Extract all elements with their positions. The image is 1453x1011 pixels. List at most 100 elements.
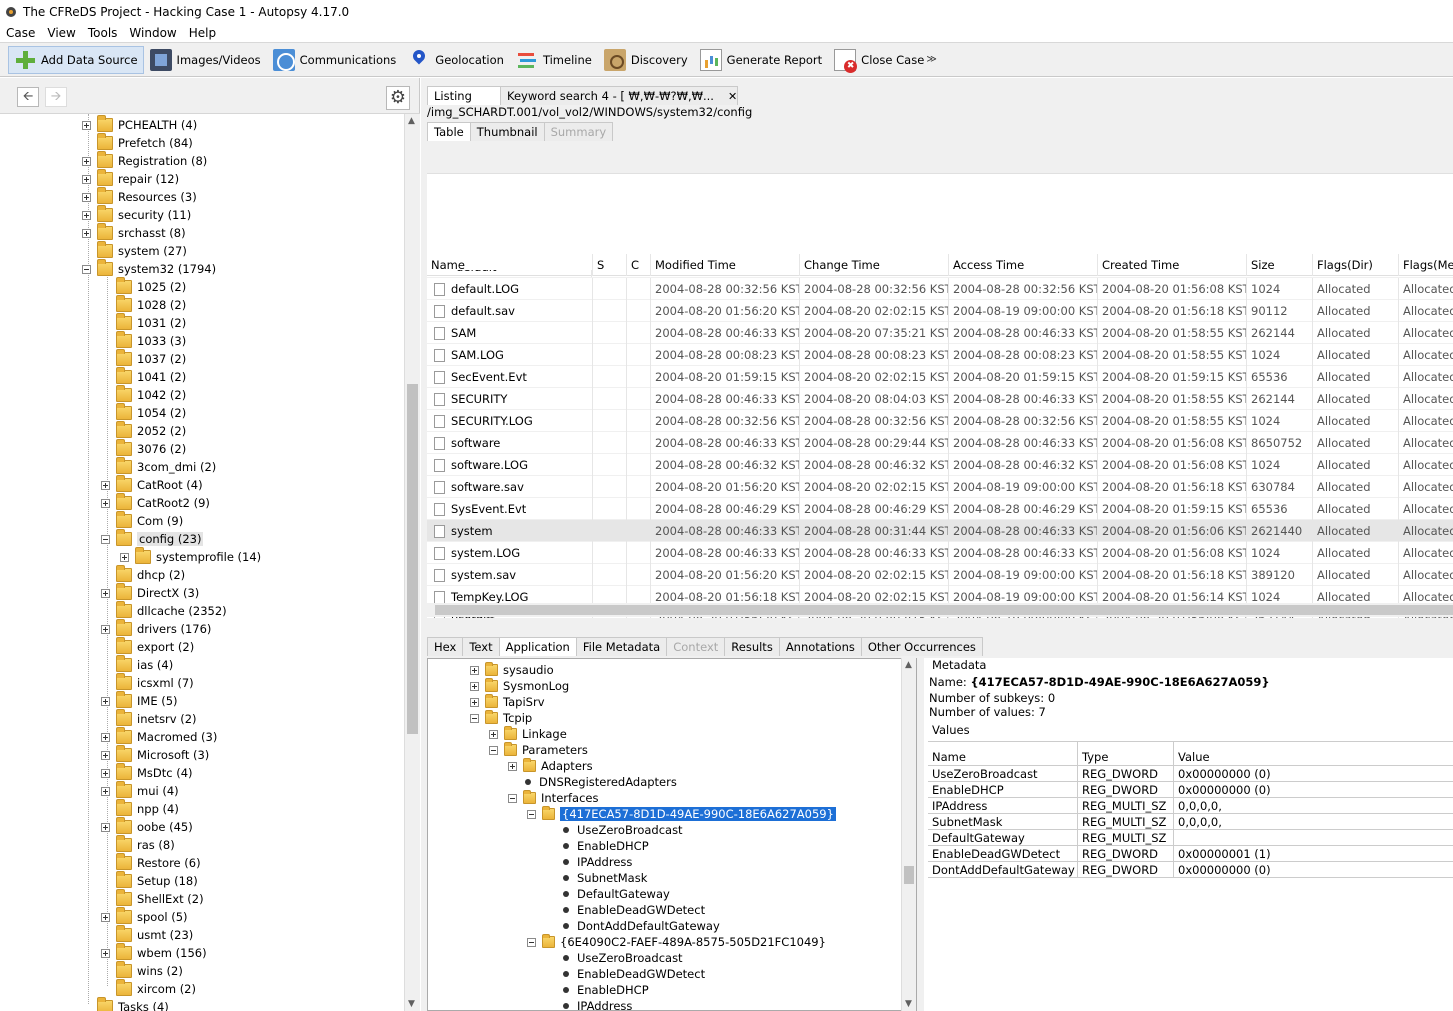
tab-text[interactable]: Text bbox=[462, 637, 500, 656]
expand-icon[interactable] bbox=[101, 768, 110, 778]
collapse-icon[interactable] bbox=[101, 534, 110, 544]
values-row[interactable]: UseZeroBroadcast REG_DWORD 0x00000000 (0) bbox=[928, 766, 1453, 782]
tab-results[interactable]: Results bbox=[724, 637, 780, 656]
menu-tools[interactable]: Tools bbox=[82, 26, 124, 40]
table-row[interactable]: default.sav 2004-08-20 01:56:20 KST 2004-0… bbox=[427, 300, 1453, 322]
registry-value[interactable]: SubnetMask bbox=[546, 870, 647, 886]
tree-node[interactable]: Resources (3) bbox=[82, 187, 197, 206]
tree-node[interactable]: Tasks (4) bbox=[82, 997, 169, 1011]
tree-node[interactable]: config (23) bbox=[101, 529, 204, 548]
add-data-source-button[interactable]: Add Data Source bbox=[8, 45, 144, 74]
expand-icon[interactable] bbox=[101, 480, 110, 490]
collapse-icon[interactable] bbox=[489, 745, 498, 755]
tree-scroll-thumb[interactable] bbox=[407, 384, 418, 734]
table-row[interactable]: SecEvent.Evt 2004-08-20 01:59:15 KST 2004-… bbox=[427, 366, 1453, 388]
registry-value[interactable]: IPAddress bbox=[546, 998, 632, 1010]
tree-node[interactable]: ras (8) bbox=[101, 835, 175, 854]
values-row[interactable]: SubnetMask REG_MULTI_SZ 0,0,0,0, bbox=[928, 814, 1453, 830]
expand-icon[interactable] bbox=[470, 681, 479, 691]
registry-key[interactable]: {6E4090C2-FAEF-489A-8575-505D21FC1049} bbox=[527, 934, 826, 950]
values-row[interactable]: DontAddDefaultGateway REG_DWORD 0x00000000… bbox=[928, 862, 1453, 878]
expand-icon[interactable] bbox=[101, 912, 110, 922]
expand-icon[interactable] bbox=[82, 228, 91, 238]
registry-value[interactable]: EnableDeadGWDetect bbox=[546, 966, 705, 982]
tab-other-occurrences[interactable]: Other Occurrences bbox=[860, 637, 983, 656]
expand-icon[interactable] bbox=[101, 948, 110, 958]
tree-node[interactable]: drivers (176) bbox=[101, 619, 211, 638]
forward-arrow-icon[interactable]: 🡪 bbox=[45, 87, 67, 107]
tree-node[interactable]: system32 (1794) bbox=[82, 259, 216, 278]
tree-node[interactable]: ShellExt (2) bbox=[101, 889, 204, 908]
registry-value[interactable]: EnableDeadGWDetect bbox=[546, 902, 705, 918]
table-row-partial[interactable]: default bbox=[427, 270, 1453, 278]
expand-icon[interactable] bbox=[101, 498, 110, 508]
values-row[interactable]: EnableDeadGWDetect REG_DWORD 0x00000001 (1… bbox=[928, 846, 1453, 862]
menu-view[interactable]: View bbox=[41, 26, 81, 40]
scroll-down-icon[interactable]: ▼ bbox=[905, 999, 912, 1009]
collapse-icon[interactable] bbox=[527, 809, 536, 819]
tab-application[interactable]: Application bbox=[498, 637, 577, 656]
scroll-up-icon[interactable]: ▲ bbox=[408, 116, 415, 126]
splitter[interactable] bbox=[918, 658, 922, 1011]
tree-node[interactable]: oobe (45) bbox=[101, 817, 193, 836]
tab-thumbnail[interactable]: Thumbnail bbox=[469, 122, 545, 141]
table-horizontal-scrollbar[interactable] bbox=[427, 603, 1453, 617]
tree-node[interactable]: Microsoft (3) bbox=[101, 745, 209, 764]
expand-icon[interactable] bbox=[470, 665, 479, 675]
geolocation-button[interactable]: Geolocation bbox=[402, 46, 510, 74]
expand-icon[interactable] bbox=[82, 120, 91, 130]
tree-node[interactable]: 1054 (2) bbox=[101, 403, 186, 422]
tree-node[interactable]: systemprofile (14) bbox=[120, 547, 261, 566]
registry-value[interactable]: DNSRegisteredAdapters bbox=[508, 774, 677, 790]
tree-node[interactable]: 2052 (2) bbox=[101, 421, 186, 440]
gear-icon[interactable]: ⚙ bbox=[386, 86, 410, 110]
expand-icon[interactable] bbox=[101, 732, 110, 742]
registry-scrollbar[interactable]: ▲ ▼ bbox=[901, 658, 916, 1011]
scroll-down-icon[interactable]: ▼ bbox=[408, 999, 415, 1009]
registry-key[interactable]: sysaudio bbox=[470, 662, 554, 678]
tree-node[interactable]: wins (2) bbox=[101, 961, 183, 980]
values-row[interactable]: IPAddress REG_MULTI_SZ 0,0,0,0, bbox=[928, 798, 1453, 814]
tree-node[interactable]: Setup (18) bbox=[101, 871, 198, 890]
table-row[interactable]: software 2004-08-28 00:46:33 KST 2004-08-2… bbox=[427, 432, 1453, 454]
registry-key[interactable]: TapiSrv bbox=[470, 694, 545, 710]
table-row[interactable]: default.LOG 2004-08-28 00:32:56 KST 2004-0… bbox=[427, 278, 1453, 300]
communications-button[interactable]: Communications bbox=[267, 46, 403, 74]
values-row[interactable]: EnableDHCP REG_DWORD 0x00000000 (0) bbox=[928, 782, 1453, 798]
tree-node[interactable]: usmt (23) bbox=[101, 925, 193, 944]
table-row[interactable]: software.LOG 2004-08-28 00:46:32 KST 2004-… bbox=[427, 454, 1453, 476]
tree-node[interactable]: 3076 (2) bbox=[101, 439, 186, 458]
registry-key[interactable]: {417ECA57-8D1D-49AE-990C-18E6A627A059} bbox=[527, 806, 837, 822]
tab-listing[interactable]: Listing bbox=[427, 86, 501, 105]
collapse-icon[interactable] bbox=[527, 937, 536, 947]
table-row[interactable]: SAM 2004-08-28 00:46:33 KST 2004-08-20 07:… bbox=[427, 322, 1453, 344]
expand-icon[interactable] bbox=[101, 786, 110, 796]
tab-keyword-search[interactable]: Keyword search 4 - [ ₩,₩-₩?₩,₩... ✕ bbox=[500, 86, 738, 105]
tree-node[interactable]: security (11) bbox=[82, 205, 191, 224]
tree-node[interactable]: spool (5) bbox=[101, 907, 188, 926]
timeline-button[interactable]: Timeline bbox=[510, 46, 598, 74]
collapse-icon[interactable] bbox=[470, 713, 479, 723]
table-scroll-thumb[interactable] bbox=[435, 605, 1453, 615]
tree-node[interactable]: 1042 (2) bbox=[101, 385, 186, 404]
scroll-up-icon[interactable]: ▲ bbox=[905, 660, 912, 670]
close-tab-icon[interactable]: ✕ bbox=[728, 90, 737, 103]
tree-node[interactable]: dhcp (2) bbox=[101, 565, 185, 584]
expand-icon[interactable] bbox=[101, 696, 110, 706]
tree-node[interactable]: 1031 (2) bbox=[101, 313, 186, 332]
registry-value[interactable]: EnableDHCP bbox=[546, 838, 649, 854]
table-row[interactable]: system.sav 2004-08-20 01:56:20 KST 2004-08… bbox=[427, 564, 1453, 586]
tab-summary[interactable]: Summary bbox=[543, 122, 614, 141]
tree-node[interactable]: MsDtc (4) bbox=[101, 763, 193, 782]
collapse-icon[interactable] bbox=[508, 793, 517, 803]
tree-node[interactable]: CatRoot (4) bbox=[101, 475, 203, 494]
registry-value[interactable]: UseZeroBroadcast bbox=[546, 950, 683, 966]
registry-scroll-thumb[interactable] bbox=[904, 866, 914, 884]
registry-key[interactable]: SysmonLog bbox=[470, 678, 569, 694]
tree-node[interactable]: npp (4) bbox=[101, 799, 179, 818]
tree-scrollbar[interactable]: ▲ ▼ bbox=[404, 114, 420, 1011]
tab-hex[interactable]: Hex bbox=[427, 637, 464, 656]
values-row[interactable]: DefaultGateway REG_MULTI_SZ bbox=[928, 830, 1453, 846]
expand-icon[interactable] bbox=[101, 588, 110, 598]
values-column-name[interactable]: Name bbox=[928, 742, 1078, 765]
